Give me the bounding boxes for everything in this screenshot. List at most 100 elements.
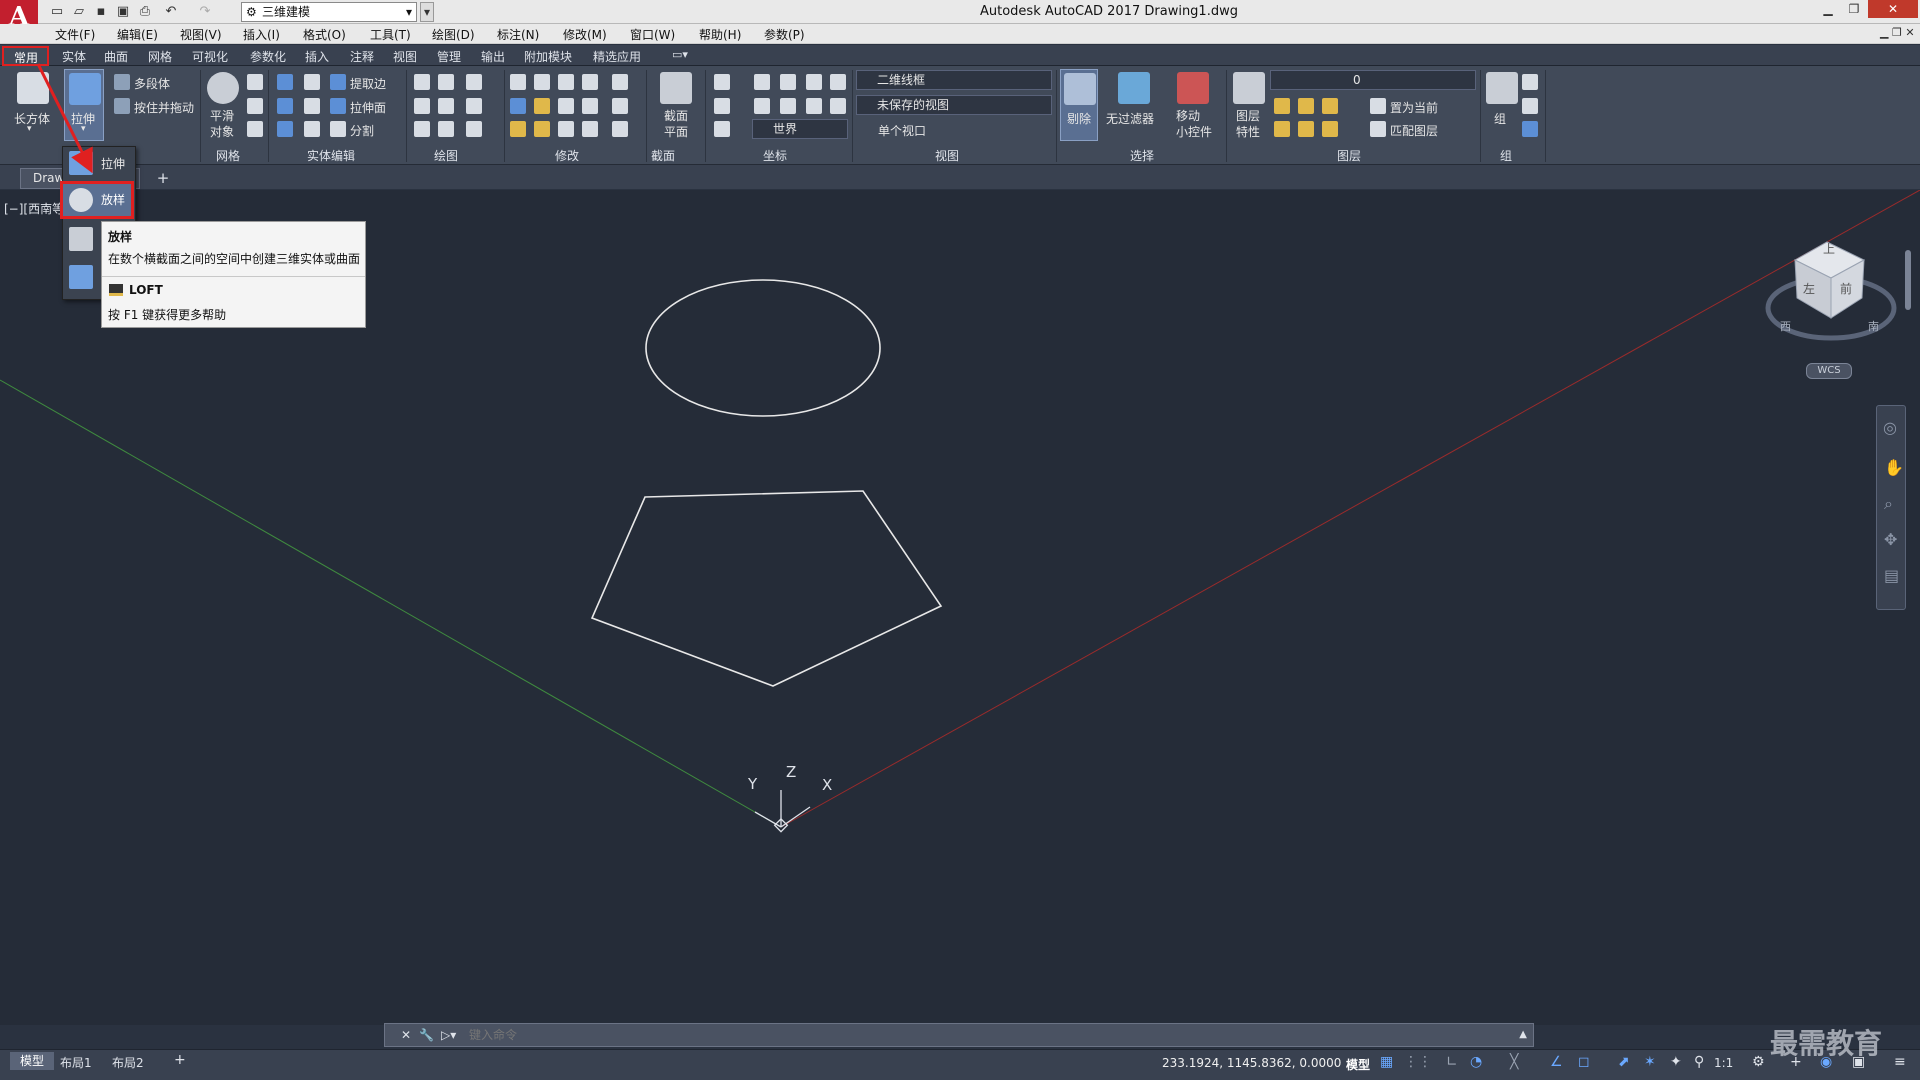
layer-tool-icon[interactable] [1274, 121, 1290, 137]
modify-tool-icon[interactable] [510, 74, 526, 90]
osnap-icon[interactable]: ◻ [1578, 1054, 1590, 1070]
edit-tool-icon[interactable] [304, 74, 320, 90]
menu-parameters[interactable]: 参数(P) [764, 26, 805, 43]
intersect-icon[interactable] [277, 121, 293, 137]
modify-tool-icon[interactable] [582, 74, 598, 90]
viewcube-top-label[interactable]: 上 [1823, 240, 1835, 257]
restore-button[interactable]: ❐ [1842, 0, 1866, 18]
menu-view[interactable]: 视图(V) [180, 26, 222, 43]
line-icon[interactable] [438, 98, 454, 114]
ucs-tool-icon[interactable] [780, 74, 796, 90]
extract-edges-button[interactable]: 提取边 [350, 75, 386, 92]
layer-dropdown[interactable]: 0 [1270, 70, 1476, 90]
saved-view-dropdown[interactable]: 未保存的视图 [856, 95, 1052, 115]
wcs-menu-button[interactable]: WCS [1806, 363, 1852, 379]
smooth-object-button[interactable]: 平滑 对象 [210, 108, 234, 140]
layer-tool-icon[interactable] [1298, 121, 1314, 137]
layer-tool-icon[interactable] [1322, 98, 1338, 114]
visual-style-dropdown[interactable]: 二维线框 [856, 70, 1052, 90]
polygon-icon[interactable] [414, 121, 430, 137]
polar-icon[interactable]: ◔ [1470, 1054, 1482, 1070]
layer-tool-icon[interactable] [1322, 121, 1338, 137]
ucs-tool-icon[interactable] [714, 121, 730, 137]
ortho-icon[interactable]: ∟ [1446, 1054, 1458, 1070]
gizmo-icon[interactable] [1177, 72, 1209, 104]
model-space-button[interactable]: 模型 [1346, 1056, 1370, 1073]
snap-icon[interactable]: ⋮⋮ [1404, 1054, 1432, 1070]
wrench-icon[interactable]: 🔧 [419, 1024, 434, 1046]
menu-draw[interactable]: 绘图(D) [432, 26, 475, 43]
sweep-icon[interactable] [69, 265, 93, 289]
mesh-tool-icon[interactable] [247, 98, 263, 114]
ucs-tool-icon[interactable] [754, 74, 770, 90]
tab-parametric[interactable]: 参数化 [250, 48, 286, 65]
revolve-icon[interactable] [69, 227, 93, 251]
tab-insert[interactable]: 插入 [305, 48, 329, 65]
grid-icon[interactable]: ▦ [1380, 1054, 1393, 1070]
section-plane-icon[interactable] [660, 72, 692, 104]
tab-output[interactable]: 输出 [481, 48, 505, 65]
layer-properties-button[interactable]: 图层 特性 [1236, 108, 1260, 140]
undo-icon[interactable]: ↶ [162, 3, 180, 21]
orbit-icon[interactable]: ✥ [1884, 530, 1897, 549]
subtract-icon[interactable] [277, 98, 293, 114]
modify-tool-icon[interactable] [612, 121, 628, 137]
separate-button[interactable]: 分割 [350, 122, 374, 139]
workspace-dropdown[interactable]: ⚙ 三维建模 ▾ [241, 2, 417, 22]
culling-button[interactable]: 剔除 [1060, 69, 1098, 141]
viewport-controls[interactable]: [−][西南等 [4, 200, 64, 217]
viewcube-south-label[interactable]: 南 [1868, 318, 1879, 334]
coordinates-readout[interactable]: 233.1924, 1145.8362, 0.0000 [1162, 1056, 1341, 1070]
modify-tool-icon[interactable] [558, 98, 574, 114]
ribbon-toggle-button[interactable]: ▭▾ [672, 48, 696, 62]
tab-manage[interactable]: 管理 [437, 48, 461, 65]
modify-tool-icon[interactable] [558, 121, 574, 137]
move-icon[interactable] [558, 74, 574, 90]
group-button[interactable]: 组 [1494, 110, 1506, 127]
modify-tool-icon[interactable] [534, 74, 550, 90]
ellipse-icon[interactable] [466, 121, 482, 137]
layout-tab-1[interactable]: 布局1 [60, 1054, 92, 1071]
modify-tool-icon[interactable] [582, 121, 598, 137]
layer-properties-icon[interactable] [1233, 72, 1265, 104]
modify-tool-icon[interactable] [510, 121, 526, 137]
arc-icon[interactable] [466, 74, 482, 90]
filter-icon[interactable] [1118, 72, 1150, 104]
viewcube-front-label[interactable]: 前 [1840, 280, 1852, 297]
ucs-world-dropdown[interactable]: 世界 [752, 119, 848, 139]
match-layer-button[interactable]: 匹配图层 [1390, 122, 1438, 139]
zoom-icon[interactable]: ⌕ [1884, 494, 1893, 514]
layout-tab-2[interactable]: 布局2 [112, 1054, 144, 1071]
add-layout-button[interactable]: + [174, 1052, 186, 1068]
menu-help[interactable]: 帮助(H) [699, 26, 741, 43]
tab-featured-apps[interactable]: 精选应用 [593, 48, 641, 65]
section-plane-button[interactable]: 截面 平面 [664, 108, 688, 140]
vertical-scrollbar[interactable] [1905, 250, 1911, 310]
ucs-tool-icon[interactable] [806, 74, 822, 90]
set-current-button[interactable]: 置为当前 [1390, 99, 1438, 116]
ucs-tool-icon[interactable] [754, 98, 770, 114]
gear-icon[interactable]: ⚙ [1752, 1054, 1765, 1070]
edit-tool-icon[interactable] [304, 121, 320, 137]
layer-tool-icon[interactable] [1274, 98, 1290, 114]
viewcube-left-label[interactable]: 左 [1803, 280, 1815, 297]
navigation-bar[interactable]: ◎ ✋ ⌕ ✥ ▤ [1876, 405, 1906, 610]
layout-tab-model[interactable]: 模型 [10, 1052, 54, 1070]
menu-modify[interactable]: 修改(M) [563, 26, 607, 43]
spline-icon[interactable] [414, 98, 430, 114]
tab-addins[interactable]: 附加模块 [524, 48, 572, 65]
dynamic-ucs-icon[interactable]: ✶ [1644, 1054, 1656, 1070]
modify-tool-icon[interactable] [612, 98, 628, 114]
modify-tool-icon[interactable] [612, 74, 628, 90]
layer-tool-icon[interactable] [1298, 98, 1314, 114]
circle-profile[interactable] [645, 279, 881, 417]
menu-insert[interactable]: 插入(I) [243, 26, 280, 43]
pan-icon[interactable]: ✋ [1884, 458, 1904, 477]
close-button[interactable]: ✕ [1868, 0, 1918, 18]
move-gizmo-button[interactable]: 移动 小控件 [1176, 108, 1212, 140]
ucs-tool-icon[interactable] [830, 98, 846, 114]
showmotion-icon[interactable]: ▤ [1884, 566, 1899, 585]
group-tool-icon[interactable] [1522, 121, 1538, 137]
command-line[interactable]: ✕ 🔧 ▷▾ ▲ [384, 1023, 1534, 1047]
menu-tools[interactable]: 工具(T) [370, 26, 411, 43]
